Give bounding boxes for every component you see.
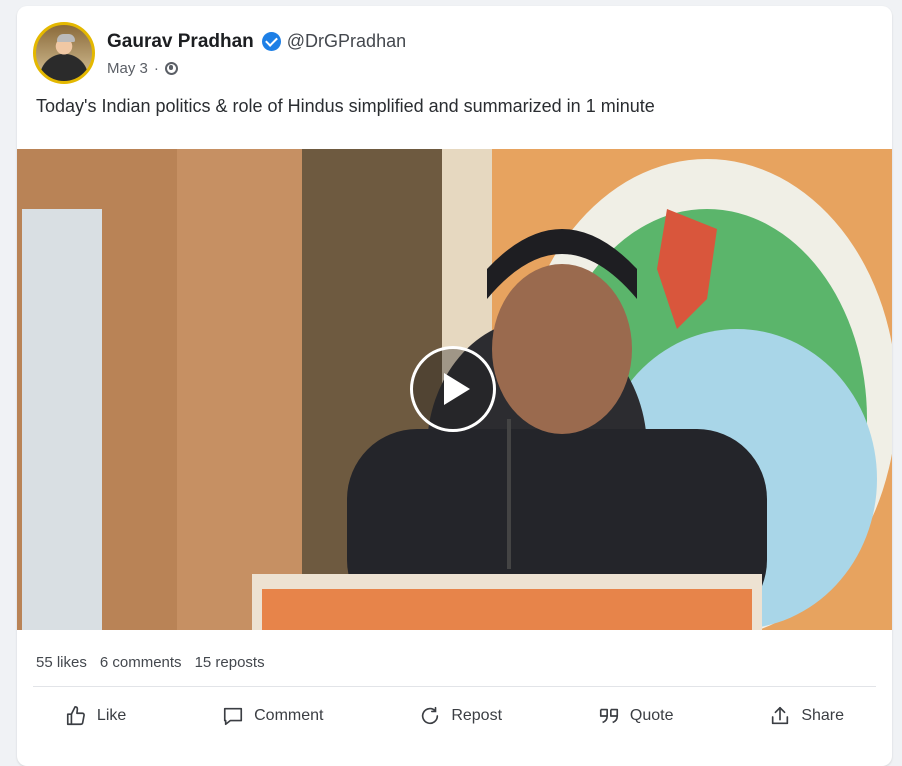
quote-label: Quote [629, 707, 674, 724]
comments-count[interactable]: 6 comments [100, 654, 182, 671]
play-button[interactable] [410, 346, 496, 432]
video-player[interactable] [17, 149, 892, 630]
date-separator: · [153, 59, 159, 77]
action-bar: Like Comment Repost Quote Share [17, 692, 892, 740]
author-meta: Gaurav Pradhan @DrGPradhan May 3 · [107, 30, 406, 77]
divider [33, 686, 876, 687]
post-date[interactable]: May 3 [107, 60, 148, 77]
post-header: Gaurav Pradhan @DrGPradhan May 3 · [33, 22, 406, 84]
post-text: Today's Indian politics & role of Hindus… [36, 96, 655, 116]
thumbs-up-icon [66, 706, 85, 726]
comment-button[interactable]: Comment [212, 699, 333, 733]
share-button[interactable]: Share [759, 699, 854, 733]
author-name[interactable]: Gaurav Pradhan [107, 31, 254, 53]
repost-button[interactable]: Repost [409, 699, 512, 733]
verified-badge-icon [261, 32, 281, 51]
reposts-count[interactable]: 15 reposts [195, 654, 265, 671]
engagement-stats: 55 likes 6 comments 15 reposts [36, 654, 265, 671]
post-card: Gaurav Pradhan @DrGPradhan May 3 · Today… [17, 6, 892, 766]
likes-count[interactable]: 55 likes [36, 654, 87, 671]
like-label: Like [96, 707, 127, 724]
date-row: May 3 · [107, 60, 406, 77]
author-handle[interactable]: @DrGPradhan [287, 31, 406, 52]
repost-icon [422, 706, 439, 725]
globe-icon [164, 61, 178, 75]
share-label: Share [801, 707, 845, 724]
share-icon [772, 706, 789, 725]
quote-button[interactable]: Quote [588, 699, 684, 733]
comment-icon [224, 707, 243, 726]
author-row: Gaurav Pradhan @DrGPradhan [107, 30, 406, 54]
comment-label: Comment [254, 707, 324, 724]
repost-label: Repost [451, 707, 503, 724]
avatar[interactable] [33, 22, 95, 84]
quote-icon [599, 708, 618, 724]
like-button[interactable]: Like [55, 699, 136, 733]
